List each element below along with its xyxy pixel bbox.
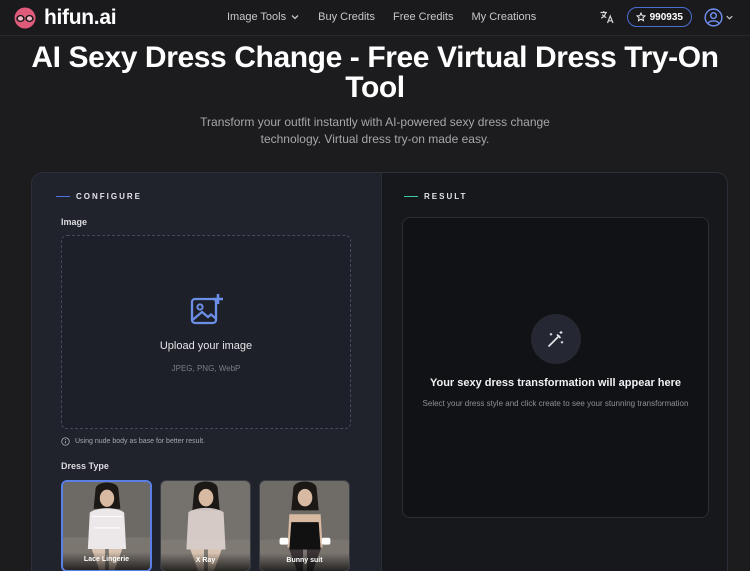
page-title: AI Sexy Dress Change - Free Virtual Dres… bbox=[31, 41, 719, 104]
result-panel: RESULT Your sexy dress transformation wi… bbox=[381, 173, 727, 571]
upload-file-types: JPEG, PNG, WebP bbox=[171, 364, 241, 373]
nav-my-creations[interactable]: My Creations bbox=[472, 11, 537, 23]
chevron-down-icon bbox=[291, 15, 299, 20]
info-icon bbox=[61, 437, 70, 446]
dress-type-label: Dress Type bbox=[61, 461, 109, 471]
configure-panel: CONFIGURE Image Upload your image JPEG, … bbox=[32, 173, 381, 571]
star-icon bbox=[635, 12, 646, 22]
top-nav: hifun.ai Image Tools Buy Credits Free Cr… bbox=[0, 0, 750, 36]
dress-option-label: Lace Lingerie bbox=[63, 552, 150, 570]
credits-badge[interactable]: 990935 bbox=[626, 7, 692, 27]
nav-buy-credits[interactable]: Buy Credits bbox=[318, 11, 375, 23]
image-upload-dropzone[interactable]: Upload your image JPEG, PNG, WebP bbox=[61, 235, 351, 429]
nav-image-tools[interactable]: Image Tools bbox=[227, 11, 300, 23]
page-subtitle: Transform your outfit instantly with AI-… bbox=[200, 115, 550, 146]
dress-option-label: Bunny suit bbox=[260, 553, 349, 571]
result-label-text: RESULT bbox=[424, 192, 468, 201]
dress-option-x-ray[interactable]: X Ray bbox=[160, 480, 251, 571]
dress-option-lace-lingerie[interactable]: Lace Lingerie bbox=[61, 480, 152, 571]
image-field-label: Image bbox=[61, 217, 88, 227]
nav-free-credits[interactable]: Free Credits bbox=[393, 11, 454, 23]
section-divider bbox=[56, 196, 70, 197]
dress-option-label: X Ray bbox=[161, 553, 250, 571]
user-avatar-icon bbox=[704, 7, 723, 27]
brand-name: hifun.ai bbox=[44, 6, 117, 29]
configure-label-text: CONFIGURE bbox=[76, 192, 142, 201]
configure-section-label: CONFIGURE bbox=[56, 192, 142, 201]
image-add-icon bbox=[190, 294, 223, 325]
magic-wand-icon bbox=[548, 331, 564, 347]
logo-mark-icon bbox=[14, 7, 36, 29]
result-section-label: RESULT bbox=[404, 192, 467, 201]
upload-hint: Using nude body as base for better resul… bbox=[61, 437, 205, 446]
result-placeholder-title: Your sexy dress transformation will appe… bbox=[429, 377, 682, 389]
result-preview-area: Your sexy dress transformation will appe… bbox=[402, 217, 709, 518]
brand-logo[interactable]: hifun.ai bbox=[12, 6, 117, 30]
dress-option-bunny-suit[interactable]: Bunny suit bbox=[259, 480, 350, 571]
result-placeholder-description: Select your dress style and click create… bbox=[422, 399, 689, 408]
upload-title: Upload your image bbox=[159, 340, 253, 352]
hint-text: Using nude body as base for better resul… bbox=[75, 438, 205, 445]
nav-image-tools-label: Image Tools bbox=[227, 11, 287, 23]
tool-panel: CONFIGURE Image Upload your image JPEG, … bbox=[31, 172, 728, 571]
section-divider bbox=[404, 196, 418, 197]
translate-icon[interactable] bbox=[599, 9, 615, 25]
chevron-down-icon bbox=[726, 15, 733, 20]
credits-count: 990935 bbox=[649, 11, 683, 23]
nav-right: 990935 bbox=[599, 7, 734, 27]
magic-wand-badge bbox=[531, 314, 581, 364]
user-menu[interactable] bbox=[704, 7, 734, 27]
dress-type-grid: Lace Lingerie X Ray Bunny suit bbox=[61, 480, 350, 571]
nav-links: Image Tools Buy Credits Free Credits My … bbox=[227, 11, 554, 23]
